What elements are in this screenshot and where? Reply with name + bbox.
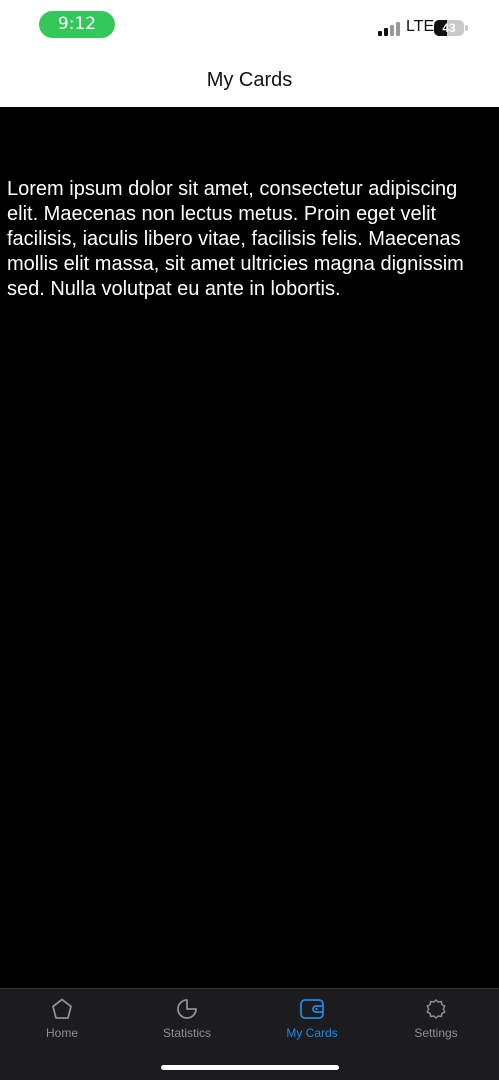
body-text: Lorem ipsum dolor sit amet, consectetur … xyxy=(7,178,464,300)
page-title: My Cards xyxy=(206,69,293,91)
tab-home[interactable]: Home xyxy=(0,997,124,1051)
tab-statistics-label: Statistics xyxy=(162,1026,211,1040)
tab-statistics[interactable]: Statistics xyxy=(125,997,249,1051)
home-indicator[interactable] xyxy=(161,1065,339,1070)
tab-home-label: Home xyxy=(45,1026,78,1040)
navigation-bar: My Cards xyxy=(0,52,499,107)
tab-my-cards[interactable]: My Cards xyxy=(250,997,374,1051)
status-time: 9:12 xyxy=(39,11,115,38)
signal-icon xyxy=(378,20,402,36)
tab-settings-label: Settings xyxy=(414,1026,458,1040)
tab-settings[interactable]: Settings xyxy=(374,997,498,1051)
battery-icon: 43 xyxy=(434,20,464,36)
settings-icon xyxy=(426,999,446,1019)
network-type: LTE xyxy=(406,18,435,35)
home-icon xyxy=(52,998,72,1019)
status-bar: 9:12 LTE 43 xyxy=(0,0,499,52)
battery-tip xyxy=(465,25,468,31)
wallet-icon xyxy=(300,999,324,1019)
battery-level: 43 xyxy=(442,21,456,35)
statistics-icon xyxy=(177,999,197,1019)
tab-my-cards-label: My Cards xyxy=(286,1026,338,1040)
